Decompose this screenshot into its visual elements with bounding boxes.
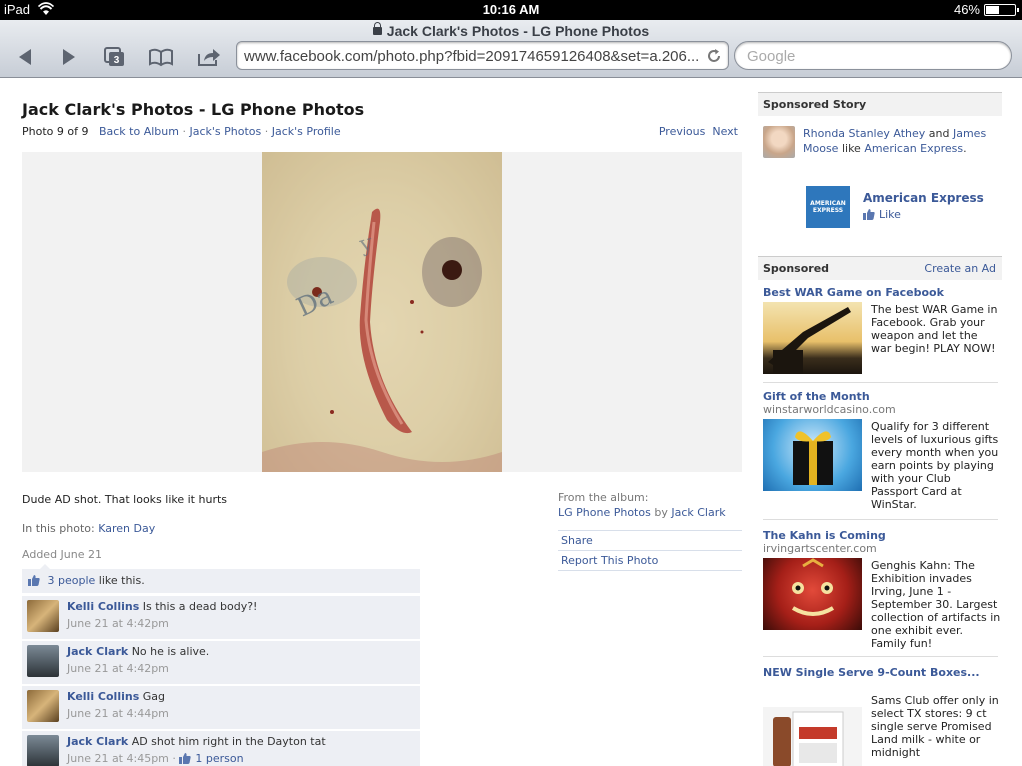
ad-title[interactable]: The Kahn is Coming (763, 529, 998, 542)
comment-author[interactable]: Jack Clark (67, 645, 128, 658)
ad-url: winstarworldcasino.com (763, 403, 896, 416)
ad-description: Sams Club offer only in select TX stores… (871, 694, 999, 759)
comment: Kelli Collins Gag June 21 at 4:44pm (22, 686, 420, 729)
browser-toolbar: Jack Clark's Photos - LG Phone Photos 3 … (0, 20, 1022, 78)
brand-name-link[interactable]: American Express (863, 191, 984, 205)
sponsored-story: Rhonda Stanley Athey and James Moose lik… (758, 92, 1002, 232)
thumbs-up-icon (863, 209, 875, 220)
story-person-link[interactable]: Rhonda Stanley Athey (803, 127, 925, 140)
tab-count: 3 (114, 55, 120, 66)
lock-icon (372, 22, 382, 35)
previous-link[interactable]: Previous (659, 125, 706, 138)
battery-percent: 46% (953, 2, 980, 17)
sponsored-header: Sponsored Create an Ad (758, 256, 1002, 280)
comment: Jack Clark AD shot him right in the Dayt… (22, 731, 420, 766)
album-link[interactable]: LG Phone Photos (558, 506, 651, 519)
tagged-person-link[interactable]: Karen Day (98, 522, 155, 535)
clock: 10:16 AM (482, 2, 540, 17)
comment-time: June 21 at 4:42pm (67, 662, 169, 675)
comment-text: Gag (142, 690, 166, 703)
url-field[interactable]: www.facebook.com/photo.php?fbid=20917465… (236, 41, 729, 70)
american-express-logo[interactable]: AMERICAN EXPRESS (806, 186, 850, 228)
reload-icon[interactable] (706, 48, 722, 64)
photo-breadcrumb: Photo 9 of 9 Back to Album · Jack's Phot… (22, 125, 341, 138)
avatar[interactable] (763, 126, 795, 158)
photo-pager: Previous Next (659, 125, 738, 138)
added-date: Added June 21 (22, 548, 102, 561)
avatar[interactable] (27, 600, 59, 632)
likes-bar: 3 people like this. (22, 564, 420, 593)
bookmarks-icon[interactable] (148, 46, 174, 68)
jacks-photos-link[interactable]: Jack's Photos (189, 125, 261, 138)
share-link[interactable]: Share (558, 530, 742, 551)
thumbs-up-icon (179, 753, 192, 764)
comment-text: Is this a dead body?! (142, 600, 258, 613)
ad-item[interactable]: NEW Single Serve 9-Count Boxes... Sams C… (763, 657, 999, 766)
jacks-profile-link[interactable]: Jack's Profile (272, 125, 341, 138)
page-title: Jack Clark's Photos - LG Phone Photos (22, 100, 365, 119)
comment-time: June 21 at 4:45pm (67, 752, 169, 765)
ad-item[interactable]: Gift of the Month winstarworldcasino.com… (763, 383, 998, 520)
photo-actions: Share Report This Photo (558, 530, 742, 571)
comments-list: Kelli Collins Is this a dead body?! June… (22, 596, 420, 766)
comment: Jack Clark No he is alive. June 21 at 4:… (22, 641, 420, 684)
avatar[interactable] (27, 735, 59, 766)
ad-item[interactable]: Best WAR Game on Facebook The best WAR G… (763, 280, 998, 383)
comment-likes-link[interactable]: 1 person (195, 752, 243, 765)
album-owner-link[interactable]: Jack Clark (671, 506, 725, 519)
likers-link[interactable]: 3 people (48, 574, 96, 587)
photo-caption: Dude AD shot. That looks like it hurts (22, 493, 228, 506)
ad-image[interactable] (763, 419, 862, 491)
avatar[interactable] (27, 690, 59, 722)
comment-text: No he is alive. (131, 645, 210, 658)
ad-title[interactable]: Gift of the Month (763, 390, 998, 403)
brand-like-button[interactable]: Like (863, 208, 901, 221)
story-text: Rhonda Stanley Athey and James Moose lik… (803, 127, 987, 155)
comment: Kelli Collins Is this a dead body?! June… (22, 596, 420, 639)
share-icon[interactable] (196, 46, 222, 68)
comment-author[interactable]: Kelli Collins (67, 600, 139, 613)
tagged-people: In this photo: Karen Day (22, 522, 156, 535)
photo-position: Photo 9 of 9 (22, 125, 89, 138)
battery-icon (984, 4, 1019, 16)
ad-url: irvingartscenter.com (763, 542, 877, 555)
avatar[interactable] (27, 645, 59, 677)
comment-time: June 21 at 4:42pm (67, 617, 169, 630)
right-sidebar: Sponsored Story Rhonda Stanley Athey and… (758, 92, 1002, 766)
tabs-icon[interactable]: 3 (101, 46, 127, 68)
ad-description: The best WAR Game in Facebook. Grab your… (871, 303, 998, 355)
next-link[interactable]: Next (712, 125, 738, 138)
ad-description: Qualify for 3 different levels of luxuri… (871, 420, 999, 511)
photo-frame: Da y (22, 152, 742, 472)
story-brand-link[interactable]: American Express (864, 142, 963, 155)
back-arrow-icon[interactable] (12, 46, 38, 68)
ad-title[interactable]: NEW Single Serve 9-Count Boxes... (763, 666, 998, 679)
ad-image[interactable] (763, 302, 862, 374)
forward-arrow-icon[interactable] (56, 46, 82, 68)
back-to-album-link[interactable]: Back to Album (99, 125, 179, 138)
ad-image[interactable] (763, 558, 862, 630)
ad-description: Genghis Kahn: The Exhibition invades Irv… (871, 559, 1001, 650)
ad-title[interactable]: Best WAR Game on Facebook (763, 286, 998, 299)
status-bar: iPad 10:16 AM 46% (0, 0, 1022, 20)
ad-item[interactable]: The Kahn is Coming irvingartscenter.com … (763, 520, 1001, 657)
comment-text: AD shot him right in the Dayton tat (131, 735, 326, 748)
comment-author[interactable]: Jack Clark (67, 735, 128, 748)
create-ad-link[interactable]: Create an Ad (924, 262, 996, 275)
search-field[interactable]: Google (734, 41, 1012, 70)
main-photo[interactable]: Da y (262, 152, 502, 472)
browser-page-title: Jack Clark's Photos - LG Phone Photos (0, 22, 1022, 39)
report-photo-link[interactable]: Report This Photo (558, 551, 742, 571)
comment-author[interactable]: Kelli Collins (67, 690, 139, 703)
comment-time: June 21 at 4:44pm (67, 707, 169, 720)
ad-image[interactable] (763, 707, 862, 766)
thumbs-up-icon (28, 575, 40, 586)
album-info: From the album: LG Phone Photos by Jack … (558, 491, 726, 519)
